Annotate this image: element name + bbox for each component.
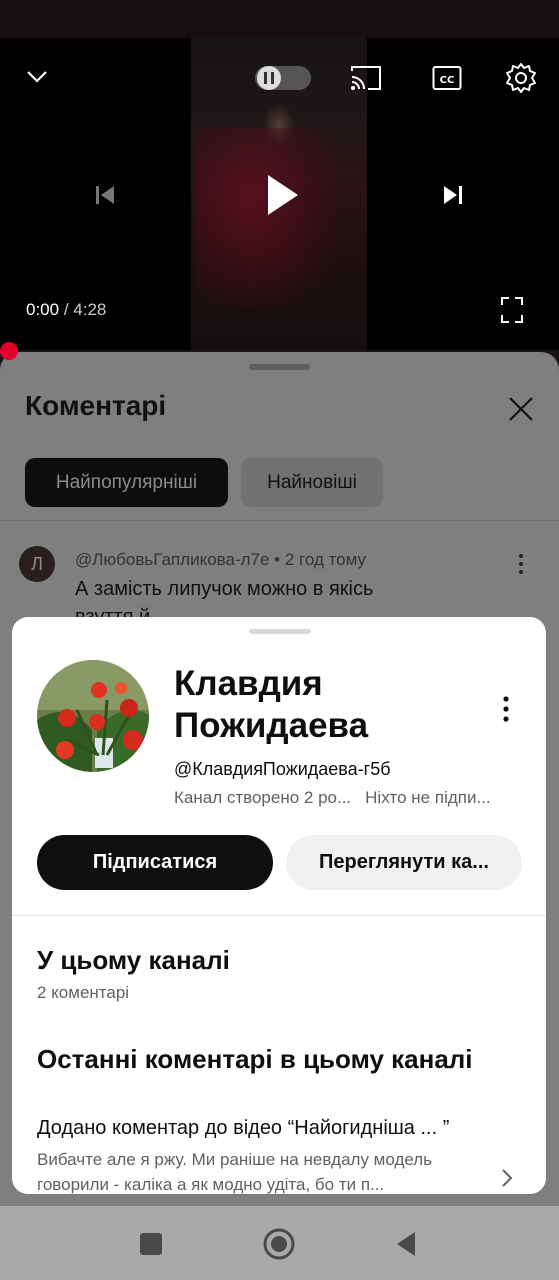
channel-avatar[interactable] — [37, 660, 149, 772]
back-icon[interactable] — [388, 1226, 424, 1262]
filter-newest-chip[interactable]: Найновіші — [241, 458, 383, 507]
filter-top-chip[interactable]: Найпопулярніші — [25, 458, 228, 507]
channel-created: Канал створено 2 ро... — [174, 788, 352, 807]
channel-subscribers: Ніхто не підпи... — [365, 788, 491, 807]
video-time: 0:00 / 4:28 — [26, 300, 106, 320]
progress-scrubber[interactable] — [0, 342, 18, 360]
divider — [12, 915, 546, 916]
chevron-right-icon[interactable] — [498, 1167, 516, 1189]
channel-name-line1: Клавдия — [174, 664, 323, 703]
more-vert-icon[interactable] — [494, 695, 518, 723]
close-icon[interactable] — [508, 396, 534, 422]
fullscreen-icon[interactable] — [500, 296, 524, 324]
time-separator: / — [63, 300, 69, 319]
view-channel-button[interactable]: Переглянути ка... — [286, 835, 522, 890]
previous-icon[interactable] — [92, 182, 118, 208]
duration: 4:28 — [73, 300, 107, 319]
home-icon[interactable] — [261, 1226, 297, 1262]
comment-age: 2 год тому — [284, 550, 367, 569]
captions-icon[interactable]: CC — [432, 65, 462, 91]
drag-handle[interactable] — [249, 364, 310, 370]
recent-comment-heading[interactable]: Додано коментар до відео “Найогидніша ..… — [37, 1117, 449, 1140]
play-icon[interactable] — [262, 172, 302, 218]
channel-name-line2: Пожидаева — [174, 706, 369, 745]
settings-icon[interactable] — [505, 62, 537, 94]
comment-author[interactable]: @ЛюбовьГапликова-л7е — [75, 550, 269, 569]
channel-popup: Клавдия Пожидаева @КлавдияПожидаева-г5б … — [12, 617, 546, 1194]
channel-name: Клавдия Пожидаева — [174, 663, 464, 747]
channel-info: Канал створено 2 ро... Ніхто не підпи... — [174, 788, 491, 808]
recent-comment-body[interactable]: Вибачте але я ржу. Ми раніше на невдалу … — [37, 1147, 497, 1194]
comment-text: А замість липучок можно в якісь — [75, 578, 374, 600]
autoplay-toggle-icon[interactable] — [254, 64, 312, 92]
chevron-down-icon[interactable] — [24, 64, 50, 90]
svg-text:CC: CC — [440, 75, 455, 86]
recent-apps-icon[interactable] — [133, 1226, 169, 1262]
divider — [0, 520, 559, 521]
more-vert-icon[interactable] — [510, 552, 532, 576]
comments-title: Коментарі — [25, 390, 167, 421]
next-icon[interactable] — [440, 182, 466, 208]
in-channel-title: У цьому каналі — [37, 945, 230, 975]
subscribe-button[interactable]: Підписатися — [37, 835, 273, 890]
status-bar — [0, 0, 559, 38]
comment-meta: @ЛюбовьГапликова-л7е • 2 год тому — [75, 550, 367, 569]
channel-handle: @КлавдияПожидаева-г5б — [174, 759, 391, 779]
cast-icon[interactable] — [348, 63, 384, 93]
current-time: 0:00 — [26, 300, 60, 319]
drag-handle[interactable] — [249, 629, 311, 634]
recent-comments-title: Останні коментарі в цьому каналі — [37, 1044, 473, 1074]
system-nav-bar — [0, 1206, 559, 1280]
video-player[interactable]: CC 0:00 / 4:28 — [0, 38, 559, 350]
comment-avatar[interactable]: Л — [19, 546, 55, 582]
comments-count: 2 коментарі — [37, 983, 130, 1002]
